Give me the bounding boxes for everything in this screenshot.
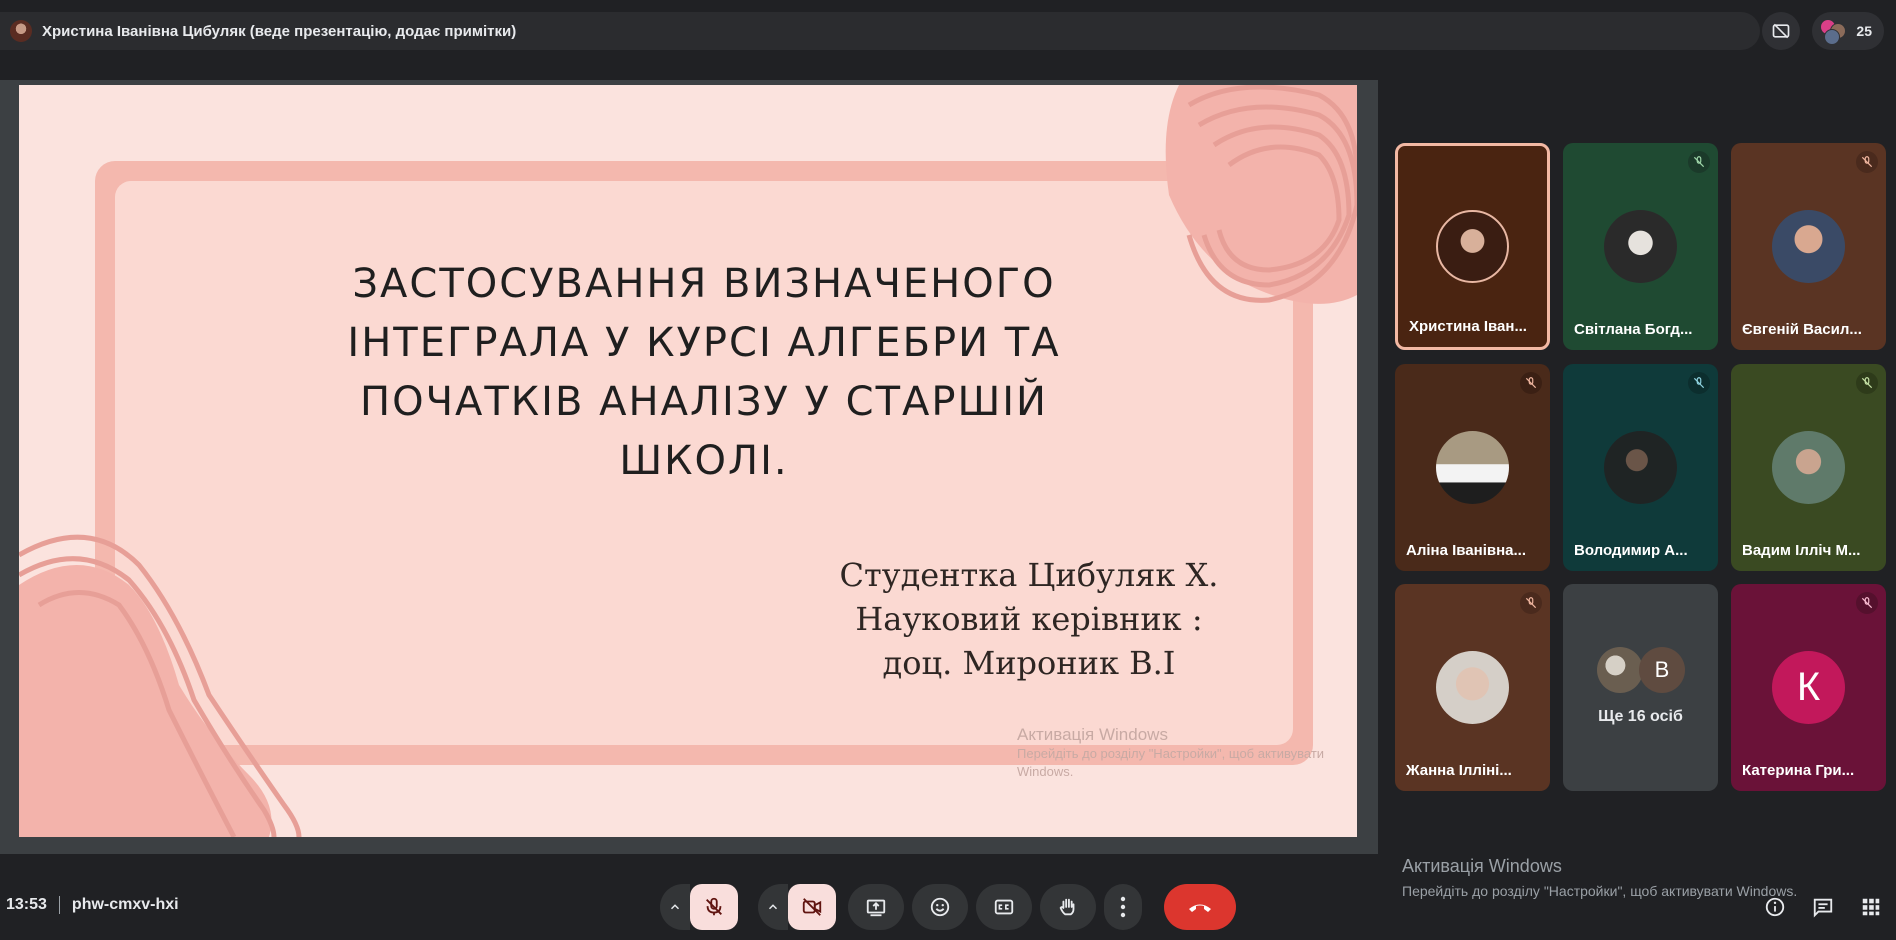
- present-icon: [866, 899, 886, 917]
- more-icon: [1120, 896, 1126, 918]
- meet-window: Христина Іванівна Цибуляк (веде презента…: [0, 0, 1896, 940]
- letter-avatar: В: [1639, 647, 1685, 693]
- meeting-details: 13:53 phw-cmxv-hxi: [6, 896, 179, 914]
- raise-hand-icon: [1059, 898, 1075, 916]
- mic-off-icon: [1856, 151, 1878, 173]
- video-options-button[interactable]: [758, 884, 788, 930]
- more-avatars: В: [1597, 647, 1687, 695]
- side-panel-buttons: [1764, 896, 1882, 923]
- captions-button[interactable]: [976, 884, 1032, 930]
- camera-off-icon: [802, 898, 822, 916]
- mic-toggle-button[interactable]: [690, 884, 738, 930]
- participant-name: Катерина Гри...: [1742, 762, 1855, 779]
- more-participants-label: Ще 16 осіб: [1598, 708, 1683, 725]
- presenter-avatar: [10, 20, 32, 42]
- windows-watermark-text: Перейдіть до розділу "Настройки", щоб ак…: [1402, 883, 1798, 899]
- participant-name: Христина Іван...: [1409, 318, 1527, 335]
- divider: [58, 896, 60, 914]
- windows-watermark-title: Активація Windows: [1402, 856, 1562, 876]
- participant-name: Аліна Іванівна...: [1406, 542, 1526, 559]
- mic-off-icon: [1520, 372, 1542, 394]
- windows-watermark: Активація Windows Перейдіть до розділу "…: [1402, 856, 1797, 899]
- meeting-details-button[interactable]: [1764, 896, 1786, 923]
- participant-name: Вадим Ілліч М...: [1742, 542, 1861, 559]
- people-icon: [1820, 19, 1850, 45]
- chat-icon: [1813, 898, 1833, 918]
- top-right-controls: 25: [1762, 12, 1884, 50]
- call-controls: [660, 884, 1236, 930]
- clock: 13:53: [6, 896, 47, 913]
- info-icon: [1765, 897, 1785, 917]
- mic-off-icon: [1856, 592, 1878, 614]
- chevron-up-icon: [670, 904, 680, 910]
- avatar: [1597, 647, 1643, 693]
- captions-icon: [994, 899, 1014, 915]
- letter-avatar: К: [1772, 651, 1845, 724]
- slide-title-line: ЗАСТОСУВАННЯ ВИЗНАЧЕНОГО: [352, 261, 1056, 307]
- participant-name: Світлана Богд...: [1574, 321, 1693, 338]
- slide-subtitle-line: доц. Мироник В.І: [882, 644, 1176, 682]
- people-count: 25: [1856, 23, 1872, 39]
- presenter-banner: Христина Іванівна Цибуляк (веде презента…: [0, 12, 1760, 50]
- presenter-label: Христина Іванівна Цибуляк (веде презента…: [42, 22, 517, 40]
- mic-off-icon: [1688, 372, 1710, 394]
- slide-title-line: ШКОЛІ.: [619, 438, 789, 484]
- avatar: [1604, 210, 1677, 283]
- avatar: [1772, 431, 1845, 504]
- emoji-icon: [930, 897, 950, 917]
- end-call-icon: [1189, 904, 1211, 912]
- participant-tile[interactable]: Володимир А...: [1563, 364, 1718, 571]
- avatar: [1604, 431, 1677, 504]
- meeting-code: phw-cmxv-hxi: [71, 896, 179, 913]
- participant-name: Володимир А...: [1574, 542, 1688, 559]
- raise-hand-button[interactable]: [1040, 884, 1096, 930]
- camera-off-icon: [1773, 23, 1790, 39]
- participant-tile[interactable]: Христина Іван...: [1395, 143, 1550, 350]
- presentation-slide: ЗАСТОСУВАННЯ ВИЗНАЧЕНОГО ІНТЕГРАЛА У КУР…: [19, 85, 1357, 837]
- participant-tile[interactable]: Жанна Ілліні...: [1395, 584, 1550, 791]
- mic-off-icon: [1856, 372, 1878, 394]
- slide-subtitle-line: Студентка Цибуляк Х.: [839, 556, 1219, 594]
- participant-tile[interactable]: Євгеній Васил...: [1731, 143, 1886, 350]
- slide-title-line: ПОЧАТКІВ АНАЛІЗУ У СТАРШІЙ: [360, 379, 1048, 425]
- camera-toggle-button[interactable]: [788, 884, 836, 930]
- participant-tile[interactable]: Аліна Іванівна...: [1395, 364, 1550, 571]
- slide-subtitle: Студентка Цибуляк Х. Науковий керівник :…: [779, 553, 1279, 685]
- participant-tile[interactable]: Світлана Богд...: [1563, 143, 1718, 350]
- leave-call-button[interactable]: [1164, 884, 1236, 930]
- slide-title: ЗАСТОСУВАННЯ ВИЗНАЧЕНОГО ІНТЕГРАЛА У КУР…: [309, 255, 1099, 491]
- more-options-button[interactable]: [1104, 884, 1142, 930]
- audio-options-button[interactable]: [660, 884, 690, 930]
- activities-button[interactable]: [1860, 896, 1882, 923]
- chat-button[interactable]: [1812, 896, 1834, 923]
- hide-tiles-button[interactable]: [1762, 12, 1801, 50]
- slide-watermark-title: Активація Windows: [1017, 725, 1168, 744]
- avatar: [1436, 431, 1509, 504]
- more-participants-tile[interactable]: В Ще 16 осіб: [1563, 584, 1718, 791]
- participant-tile[interactable]: Вадим Ілліч М...: [1731, 364, 1886, 571]
- mic-off-icon: [1520, 592, 1542, 614]
- slide-watermark-text: Перейдіть до розділу "Настройки", щоб ак…: [1017, 746, 1325, 779]
- participant-name: Жанна Ілліні...: [1406, 762, 1512, 779]
- mic-off-icon: [1688, 151, 1710, 173]
- slide-subtitle-line: Науковий керівник :: [855, 600, 1203, 638]
- activities-icon: [1862, 898, 1880, 916]
- avatar: [1436, 651, 1509, 724]
- mic-off-icon: [706, 897, 722, 916]
- avatar: [1772, 210, 1845, 283]
- people-button[interactable]: 25: [1812, 12, 1884, 50]
- participant-name: Євгеній Васил...: [1742, 321, 1862, 338]
- participant-tile[interactable]: К Катерина Гри...: [1731, 584, 1886, 791]
- slide-title-line: ІНТЕГРАЛА У КУРСІ АЛГЕБРИ ТА: [347, 320, 1061, 366]
- present-button[interactable]: [848, 884, 904, 930]
- reactions-button[interactable]: [912, 884, 968, 930]
- avatar: [1436, 210, 1509, 283]
- chevron-up-icon: [768, 904, 778, 910]
- slide-windows-watermark: Активація Windows Перейдіть до розділу "…: [1017, 725, 1347, 781]
